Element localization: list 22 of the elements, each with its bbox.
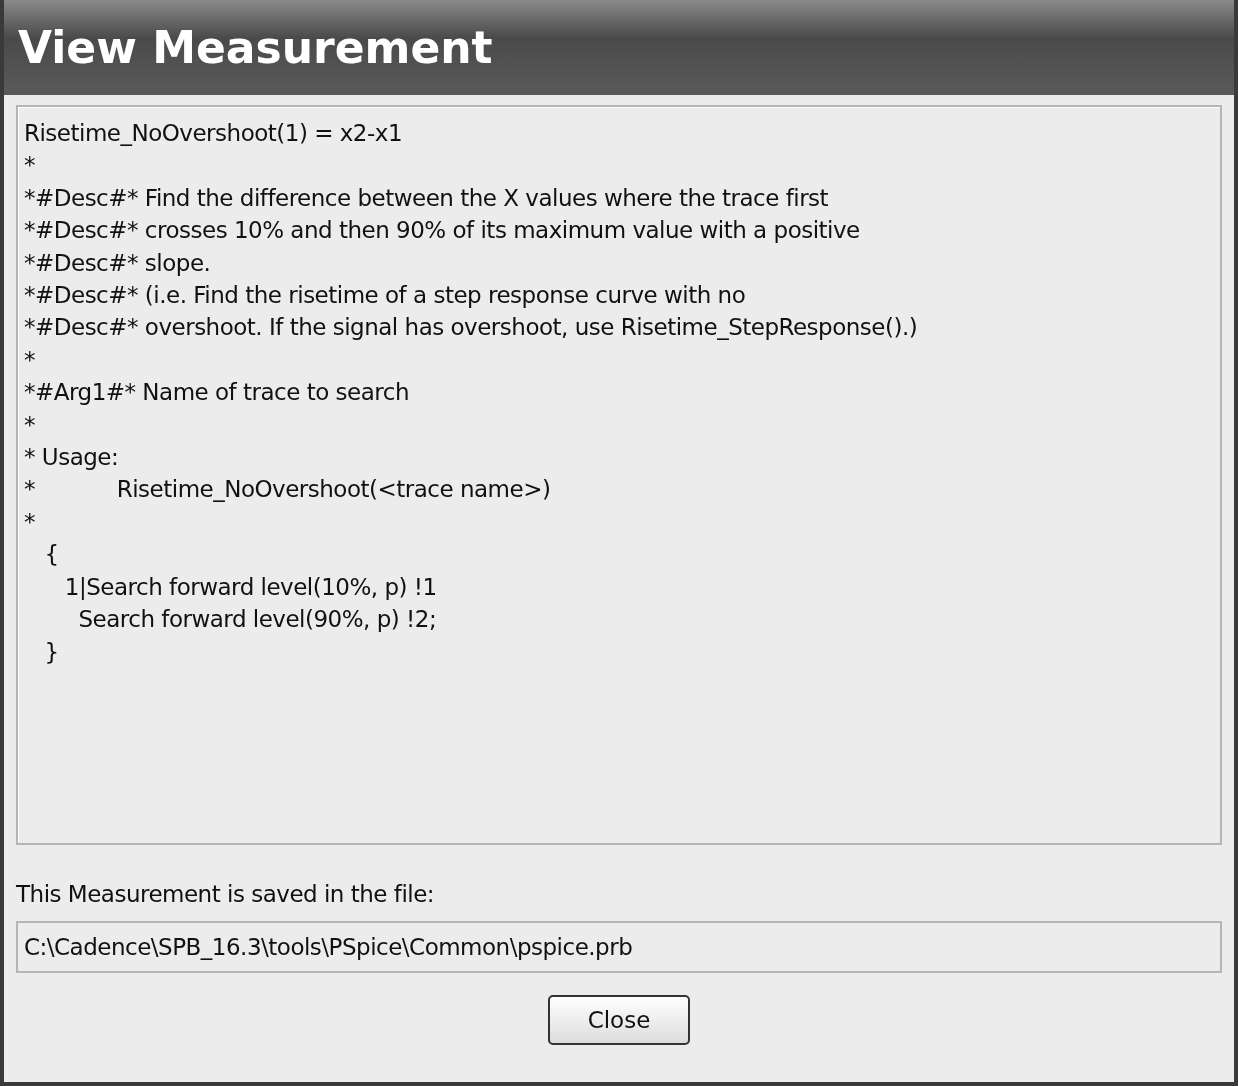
window-title: View Measurement [18,22,493,73]
code-line: { [43,540,60,570]
code-line: *#Desc#* overshoot. If the signal has overshoot, use Risetime_StepResponse().) [24,313,919,343]
code-line: *#Desc#* crosses 10% and then 90% of its maximum value with a positive [24,216,861,246]
close-button[interactable]: Close [548,995,690,1045]
file-label: This Measurement is saved in the file: [16,881,436,907]
code-line: * [24,410,36,440]
code-line: * [24,345,36,375]
code-line: * [24,151,36,181]
code-line: Risetime_NoOvershoot(1) = x2-x1 [24,119,404,148]
file-path-field[interactable]: C:\Cadence\SPB_16.3\tools\PSpice\Common\pspice.prb [16,921,1222,973]
code-line: Search forward level(90%, p) !2; [77,605,438,635]
code-line: *#Desc#* Find the difference between the X values where the trace first [24,183,830,213]
code-line: 1|Search forward level(10%, p) !1 [63,572,438,602]
code-line: * [24,507,36,537]
code-line: } [43,637,60,667]
code-line: * Risetime_NoOvershoot(<trace name>) [24,475,552,505]
code-line: * Usage: [24,443,120,473]
code-line: *#Arg1#* Name of trace to search [24,378,410,408]
code-line: *#Desc#* (i.e. Find the risetime of a step response curve with no [24,281,747,311]
definition-text-area[interactable] [16,105,1222,845]
code-line: *#Desc#* slope. [24,248,212,278]
